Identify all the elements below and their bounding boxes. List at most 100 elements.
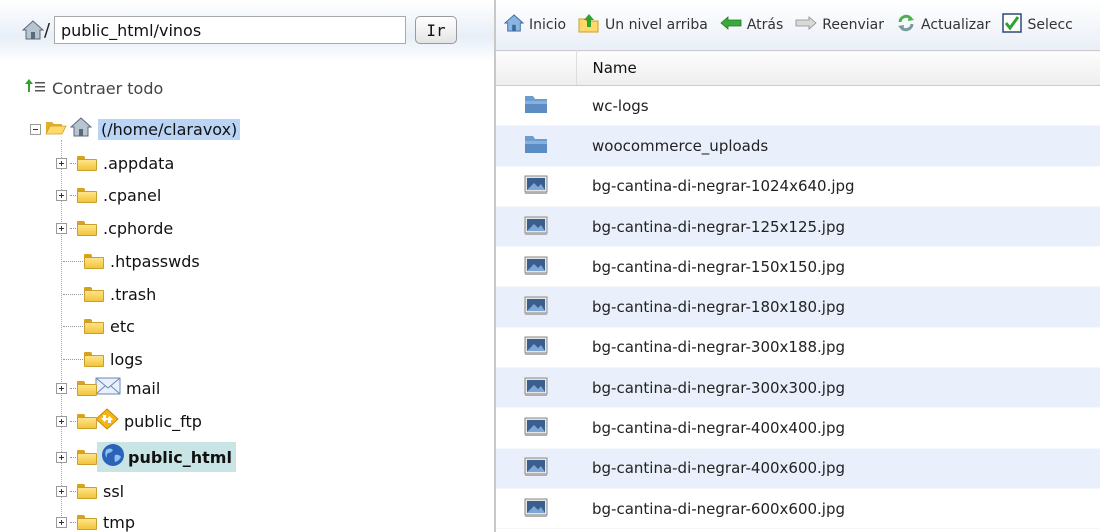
globe-icon bbox=[101, 443, 125, 471]
directory-tree-pane: / Ir Contraer todo bbox=[0, 0, 494, 532]
image-file-icon bbox=[496, 286, 576, 328]
file-name-cell[interactable]: bg-cantina-di-negrar-125x125.jpg bbox=[576, 206, 1100, 248]
file-name-cell[interactable]: bg-cantina-di-negrar-150x150.jpg bbox=[576, 246, 1100, 288]
tree-item-label: public_ftp bbox=[124, 411, 202, 431]
checkbox-checked-icon bbox=[1002, 13, 1023, 37]
image-file-icon bbox=[496, 407, 576, 449]
arrow-right-icon bbox=[795, 16, 817, 34]
tree-item[interactable]: .htpasswds bbox=[62, 249, 202, 273]
tree-item-label: .htpasswds bbox=[110, 251, 200, 271]
folder-icon bbox=[84, 253, 104, 269]
tree-item[interactable]: logs bbox=[62, 347, 145, 371]
table-row[interactable]: bg-cantina-di-negrar-150x150.jpg bbox=[496, 246, 1100, 288]
table-row[interactable]: bg-cantina-di-negrar-180x180.jpg bbox=[496, 286, 1100, 328]
home-button[interactable]: Inicio bbox=[503, 14, 567, 36]
tree-item-label: mail bbox=[126, 378, 161, 398]
folder-icon bbox=[77, 413, 97, 429]
refresh-icon bbox=[896, 13, 916, 37]
path-input[interactable] bbox=[54, 16, 406, 44]
file-name-cell[interactable]: bg-cantina-di-negrar-400x600.jpg bbox=[576, 448, 1100, 489]
go-button[interactable]: Ir bbox=[415, 16, 457, 44]
folder-icon bbox=[77, 483, 97, 499]
tree-item-label: tmp bbox=[103, 512, 136, 532]
folder-up-icon bbox=[578, 13, 600, 37]
folder-icon bbox=[84, 351, 104, 367]
file-name-cell[interactable]: bg-cantina-di-negrar-180x180.jpg bbox=[576, 286, 1100, 328]
forward-button-label: Reenviar bbox=[822, 17, 884, 33]
table-row[interactable]: bg-cantina-di-negrar-400x400.jpg bbox=[496, 407, 1100, 449]
image-file-icon bbox=[496, 448, 576, 489]
folder-icon bbox=[496, 85, 576, 127]
refresh-button[interactable]: Actualizar bbox=[896, 13, 990, 37]
ftp-icon bbox=[95, 408, 119, 434]
file-name-cell[interactable]: wc-logs bbox=[576, 85, 1100, 127]
up-level-button[interactable]: Un nivel arriba bbox=[578, 13, 708, 37]
file-name-cell[interactable]: bg-cantina-di-negrar-300x188.jpg bbox=[576, 327, 1100, 369]
expand-toggle-icon[interactable] bbox=[56, 382, 67, 394]
file-name-cell[interactable]: bg-cantina-di-negrar-1024x640.jpg bbox=[576, 166, 1100, 207]
table-row[interactable]: bg-cantina-di-negrar-1024x640.jpg bbox=[496, 166, 1100, 207]
file-name-cell[interactable]: bg-cantina-di-negrar-600x600.jpg bbox=[576, 488, 1100, 530]
home-button-label: Inicio bbox=[529, 17, 567, 33]
tree-root[interactable]: (/home/claravox) bbox=[30, 117, 241, 141]
file-name-cell[interactable]: woocommerce_uploads bbox=[576, 125, 1100, 167]
expand-toggle-icon[interactable] bbox=[56, 415, 67, 427]
tree-item-label: public_html bbox=[128, 447, 232, 467]
image-file-icon bbox=[496, 206, 576, 248]
expand-toggle-icon[interactable] bbox=[56, 189, 67, 201]
table-row[interactable]: bg-cantina-di-negrar-400x600.jpg bbox=[496, 448, 1100, 489]
expand-toggle-icon[interactable] bbox=[56, 516, 67, 528]
image-file-icon bbox=[496, 327, 576, 369]
table-row[interactable]: bg-cantina-di-negrar-600x600.jpg bbox=[496, 488, 1100, 530]
folder-icon bbox=[77, 380, 97, 396]
path-bar: / Ir bbox=[0, 0, 494, 62]
collapse-all-link[interactable]: Contraer todo bbox=[24, 78, 163, 98]
table-row[interactable]: bg-cantina-di-negrar-300x188.jpg bbox=[496, 327, 1100, 369]
expand-toggle-icon[interactable] bbox=[56, 222, 67, 234]
tree-item[interactable]: .appdata bbox=[56, 151, 176, 175]
arrow-left-icon bbox=[720, 16, 742, 34]
tree-item[interactable]: .cphorde bbox=[56, 216, 175, 240]
name-column-header[interactable]: Name bbox=[576, 50, 1100, 86]
table-row[interactable]: woocommerce_uploads bbox=[496, 125, 1100, 167]
collapse-toggle-icon[interactable] bbox=[30, 123, 41, 135]
tree-item[interactable]: .cpanel bbox=[56, 183, 163, 207]
back-button[interactable]: Atrás bbox=[720, 16, 783, 34]
path-root-slash: / bbox=[44, 20, 51, 41]
tree-item[interactable]: ssl bbox=[56, 479, 126, 503]
open-folder-icon bbox=[45, 119, 67, 139]
toolbar: Inicio Un nivel arriba Atrás Reenviar Ac… bbox=[496, 0, 1100, 50]
table-row[interactable]: bg-cantina-di-negrar-125x125.jpg bbox=[496, 206, 1100, 248]
table-row[interactable]: wc-logs bbox=[496, 85, 1100, 127]
folder-icon bbox=[84, 318, 104, 334]
up-level-label: Un nivel arriba bbox=[605, 17, 708, 33]
tree-item-label: logs bbox=[110, 349, 143, 369]
collapse-all-label: Contraer todo bbox=[52, 78, 164, 98]
expand-toggle-icon[interactable] bbox=[56, 485, 67, 497]
table-row[interactable]: bg-cantina-di-negrar-300x300.jpg bbox=[496, 367, 1100, 409]
tree-item-selected[interactable]: public_html bbox=[56, 442, 236, 472]
expand-toggle-icon[interactable] bbox=[56, 157, 67, 169]
mail-icon bbox=[95, 376, 121, 400]
tree-item[interactable]: .trash bbox=[62, 282, 158, 306]
folder-icon bbox=[77, 187, 97, 203]
tree-item[interactable]: public_ftp bbox=[56, 408, 204, 434]
select-all-button[interactable]: Selecc bbox=[1002, 13, 1073, 37]
tree-item-label: .trash bbox=[110, 284, 157, 304]
folder-icon bbox=[77, 449, 97, 465]
tree-item-label: ssl bbox=[103, 481, 125, 501]
folder-icon bbox=[84, 286, 104, 302]
file-list-pane: Inicio Un nivel arriba Atrás Reenviar Ac… bbox=[496, 0, 1100, 532]
file-name-cell[interactable]: bg-cantina-di-negrar-300x300.jpg bbox=[576, 367, 1100, 409]
tree-item[interactable]: mail bbox=[56, 376, 162, 400]
expand-toggle-icon[interactable] bbox=[56, 451, 67, 463]
folder-icon bbox=[496, 125, 576, 167]
image-file-icon bbox=[496, 246, 576, 288]
home-icon[interactable] bbox=[21, 20, 45, 44]
file-name-cell[interactable]: bg-cantina-di-negrar-400x400.jpg bbox=[576, 407, 1100, 449]
forward-button[interactable]: Reenviar bbox=[795, 16, 884, 34]
tree-item[interactable]: tmp bbox=[56, 510, 137, 532]
image-file-icon bbox=[496, 367, 576, 409]
image-file-icon bbox=[496, 166, 576, 207]
tree-item[interactable]: etc bbox=[62, 314, 137, 338]
